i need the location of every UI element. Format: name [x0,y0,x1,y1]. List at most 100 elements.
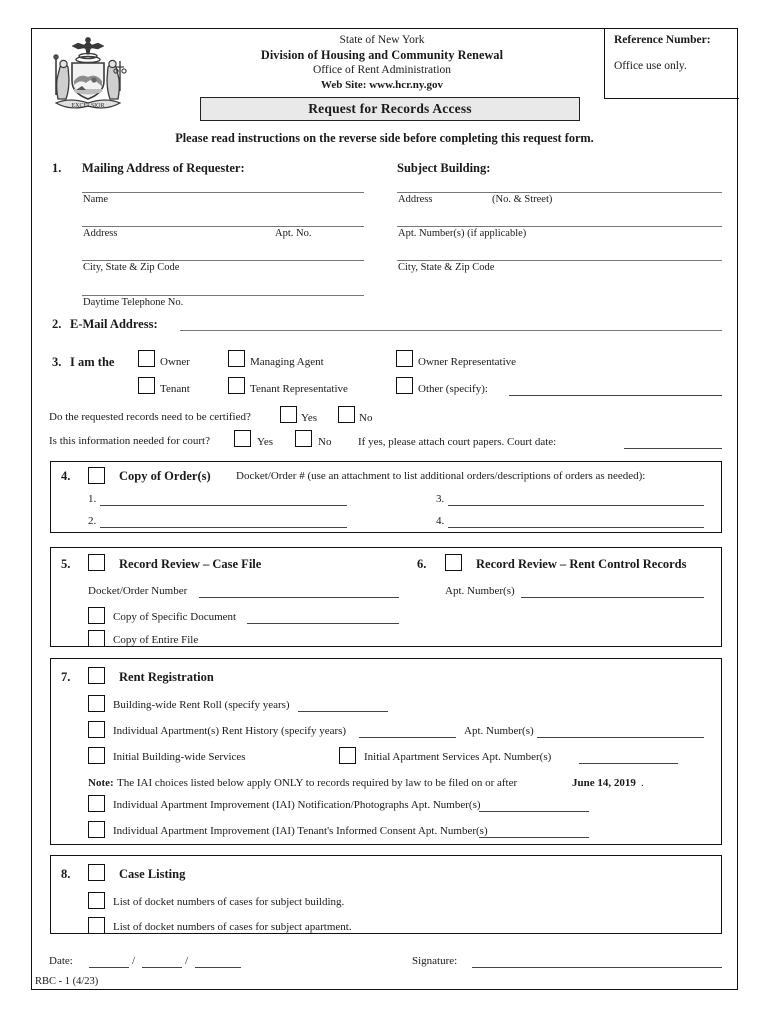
requester-city-line[interactable] [82,260,364,261]
checkbox-docket-list-apartment[interactable] [88,917,105,934]
individual-rent-history-years-line[interactable] [359,737,456,738]
checkbox-owner[interactable] [138,350,155,367]
checkbox-copy-of-orders[interactable] [88,467,105,484]
label-initial-building-wide-services: Initial Building-wide Services [113,751,246,763]
section-2-number: 2. [52,317,62,331]
new-york-state-seal-icon: EXCELSIOR [53,37,127,109]
docket-order-number-line[interactable] [199,597,399,598]
rent-control-apt-label: Apt. Number(s) [445,585,515,597]
checkbox-record-review-case-file[interactable] [88,554,105,571]
court-papers-note: If yes, please attach court papers. Cour… [358,436,557,448]
label-court-no: No [318,436,332,448]
building-apt-line[interactable] [397,226,722,227]
section-7-box: 7. Rent Registration Building-wide Rent … [50,658,722,845]
label-copy-specific-document: Copy of Specific Document [113,611,237,623]
checkbox-initial-apartment-services[interactable] [339,747,356,764]
order-item-2-number: 2. [88,515,97,527]
court-date-input-line[interactable] [624,448,722,449]
label-owner: Owner [160,356,190,368]
record-review-case-file-heading: Record Review – Case File [119,557,262,571]
office-use-only-label: Office use only. [614,60,687,72]
checkbox-court-yes[interactable] [234,430,251,447]
instruction-text: Please read instructions on the reverse … [175,131,594,145]
office-name: Office of Rent Administration [312,64,452,77]
docket-order-number-label: Docket/Order Number [88,585,188,597]
building-address-line[interactable] [397,192,722,193]
svg-text:EXCELSIOR: EXCELSIOR [72,103,105,109]
label-court-yes: Yes [257,436,274,448]
section-4-number: 4. [61,469,71,483]
agency-identification: State of New York Division of Housing an… [162,33,602,92]
date-month-line[interactable] [89,967,129,968]
building-city-line[interactable] [397,260,722,261]
checkbox-copy-entire-file[interactable] [88,630,105,647]
checkbox-tenant-representative[interactable] [228,377,245,394]
order-item-1-line[interactable] [100,505,347,506]
checkbox-court-no[interactable] [295,430,312,447]
date-label: Date: [49,955,73,967]
reference-number-label: Reference Number: [614,34,711,46]
checkbox-initial-building-wide-services[interactable] [88,747,105,764]
individual-rent-history-apt-line[interactable] [537,737,704,738]
date-slash-2: / [185,955,189,967]
requester-phone-line[interactable] [82,295,364,296]
label-certified-yes: Yes [301,412,318,424]
checkbox-certified-no[interactable] [338,406,355,423]
requester-address-line[interactable] [82,226,364,227]
label-iai-consent: Individual Apartment Improvement (IAI) T… [113,825,488,837]
order-item-4-number: 4. [436,515,445,527]
label-owner-representative: Owner Representative [418,356,517,368]
court-question: Is this information needed for court? [49,435,210,447]
initial-apartment-services-line[interactable] [579,763,678,764]
checkbox-iai-consent[interactable] [88,821,105,838]
checkbox-tenant[interactable] [138,377,155,394]
iai-notification-apt-line[interactable] [479,811,589,812]
date-day-line[interactable] [142,967,182,968]
checkbox-docket-list-building[interactable] [88,892,105,909]
section-8-number: 8. [61,867,71,881]
form-code: RBC - 1 (4/23) [35,976,99,987]
checkbox-rent-registration[interactable] [88,667,105,684]
order-item-1-number: 1. [88,493,97,505]
iai-note-body: The IAI choices listed below apply ONLY … [117,777,518,789]
copy-specific-document-line[interactable] [247,623,399,624]
checkbox-certified-yes[interactable] [280,406,297,423]
date-year-line[interactable] [195,967,241,968]
label-other-specify: Other (specify): [418,383,488,395]
form-page: EXCELSIOR State of New York Division of … [31,28,739,990]
checkbox-individual-rent-history[interactable] [88,721,105,738]
order-item-3-line[interactable] [448,505,704,506]
checkbox-case-listing[interactable] [88,864,105,881]
building-address-label: Address [398,194,433,205]
checkbox-iai-notification[interactable] [88,795,105,812]
checkbox-copy-specific-document[interactable] [88,607,105,624]
checkbox-owner-representative[interactable] [396,350,413,367]
reference-number-box: Reference Number: Office use only. [604,28,739,99]
other-specify-input-line[interactable] [509,395,722,396]
order-item-2-line[interactable] [100,527,347,528]
subject-building-heading: Subject Building: [397,161,491,175]
label-individual-rent-history: Individual Apartment(s) Rent History (sp… [113,725,347,737]
requester-name-line[interactable] [82,192,364,193]
section-4-box: 4. Copy of Order(s) Docket/Order # (use … [50,461,722,533]
checkbox-record-review-rent-control[interactable] [445,554,462,571]
certified-question: Do the requested records need to be cert… [49,411,251,423]
signature-line[interactable] [472,967,722,968]
rent-control-apt-line[interactable] [521,597,704,598]
order-item-4-line[interactable] [448,527,704,528]
iai-note-period: . [641,777,644,789]
building-city-label: City, State & Zip Code [398,262,495,273]
case-listing-heading: Case Listing [119,867,186,881]
requester-city-label: City, State & Zip Code [83,262,180,273]
building-wide-rent-roll-years-line[interactable] [298,711,388,712]
checkbox-other[interactable] [396,377,413,394]
iai-consent-apt-line[interactable] [479,837,589,838]
state-name: State of New York [339,34,425,46]
building-no-street-label: (No. & Street) [492,194,553,205]
email-address-input-line[interactable] [180,330,722,331]
section-7-number: 7. [61,670,71,684]
checkbox-building-wide-rent-roll[interactable] [88,695,105,712]
checkbox-managing-agent[interactable] [228,350,245,367]
iai-note-prefix: Note: [88,777,114,789]
label-iai-notification: Individual Apartment Improvement (IAI) N… [113,799,481,811]
